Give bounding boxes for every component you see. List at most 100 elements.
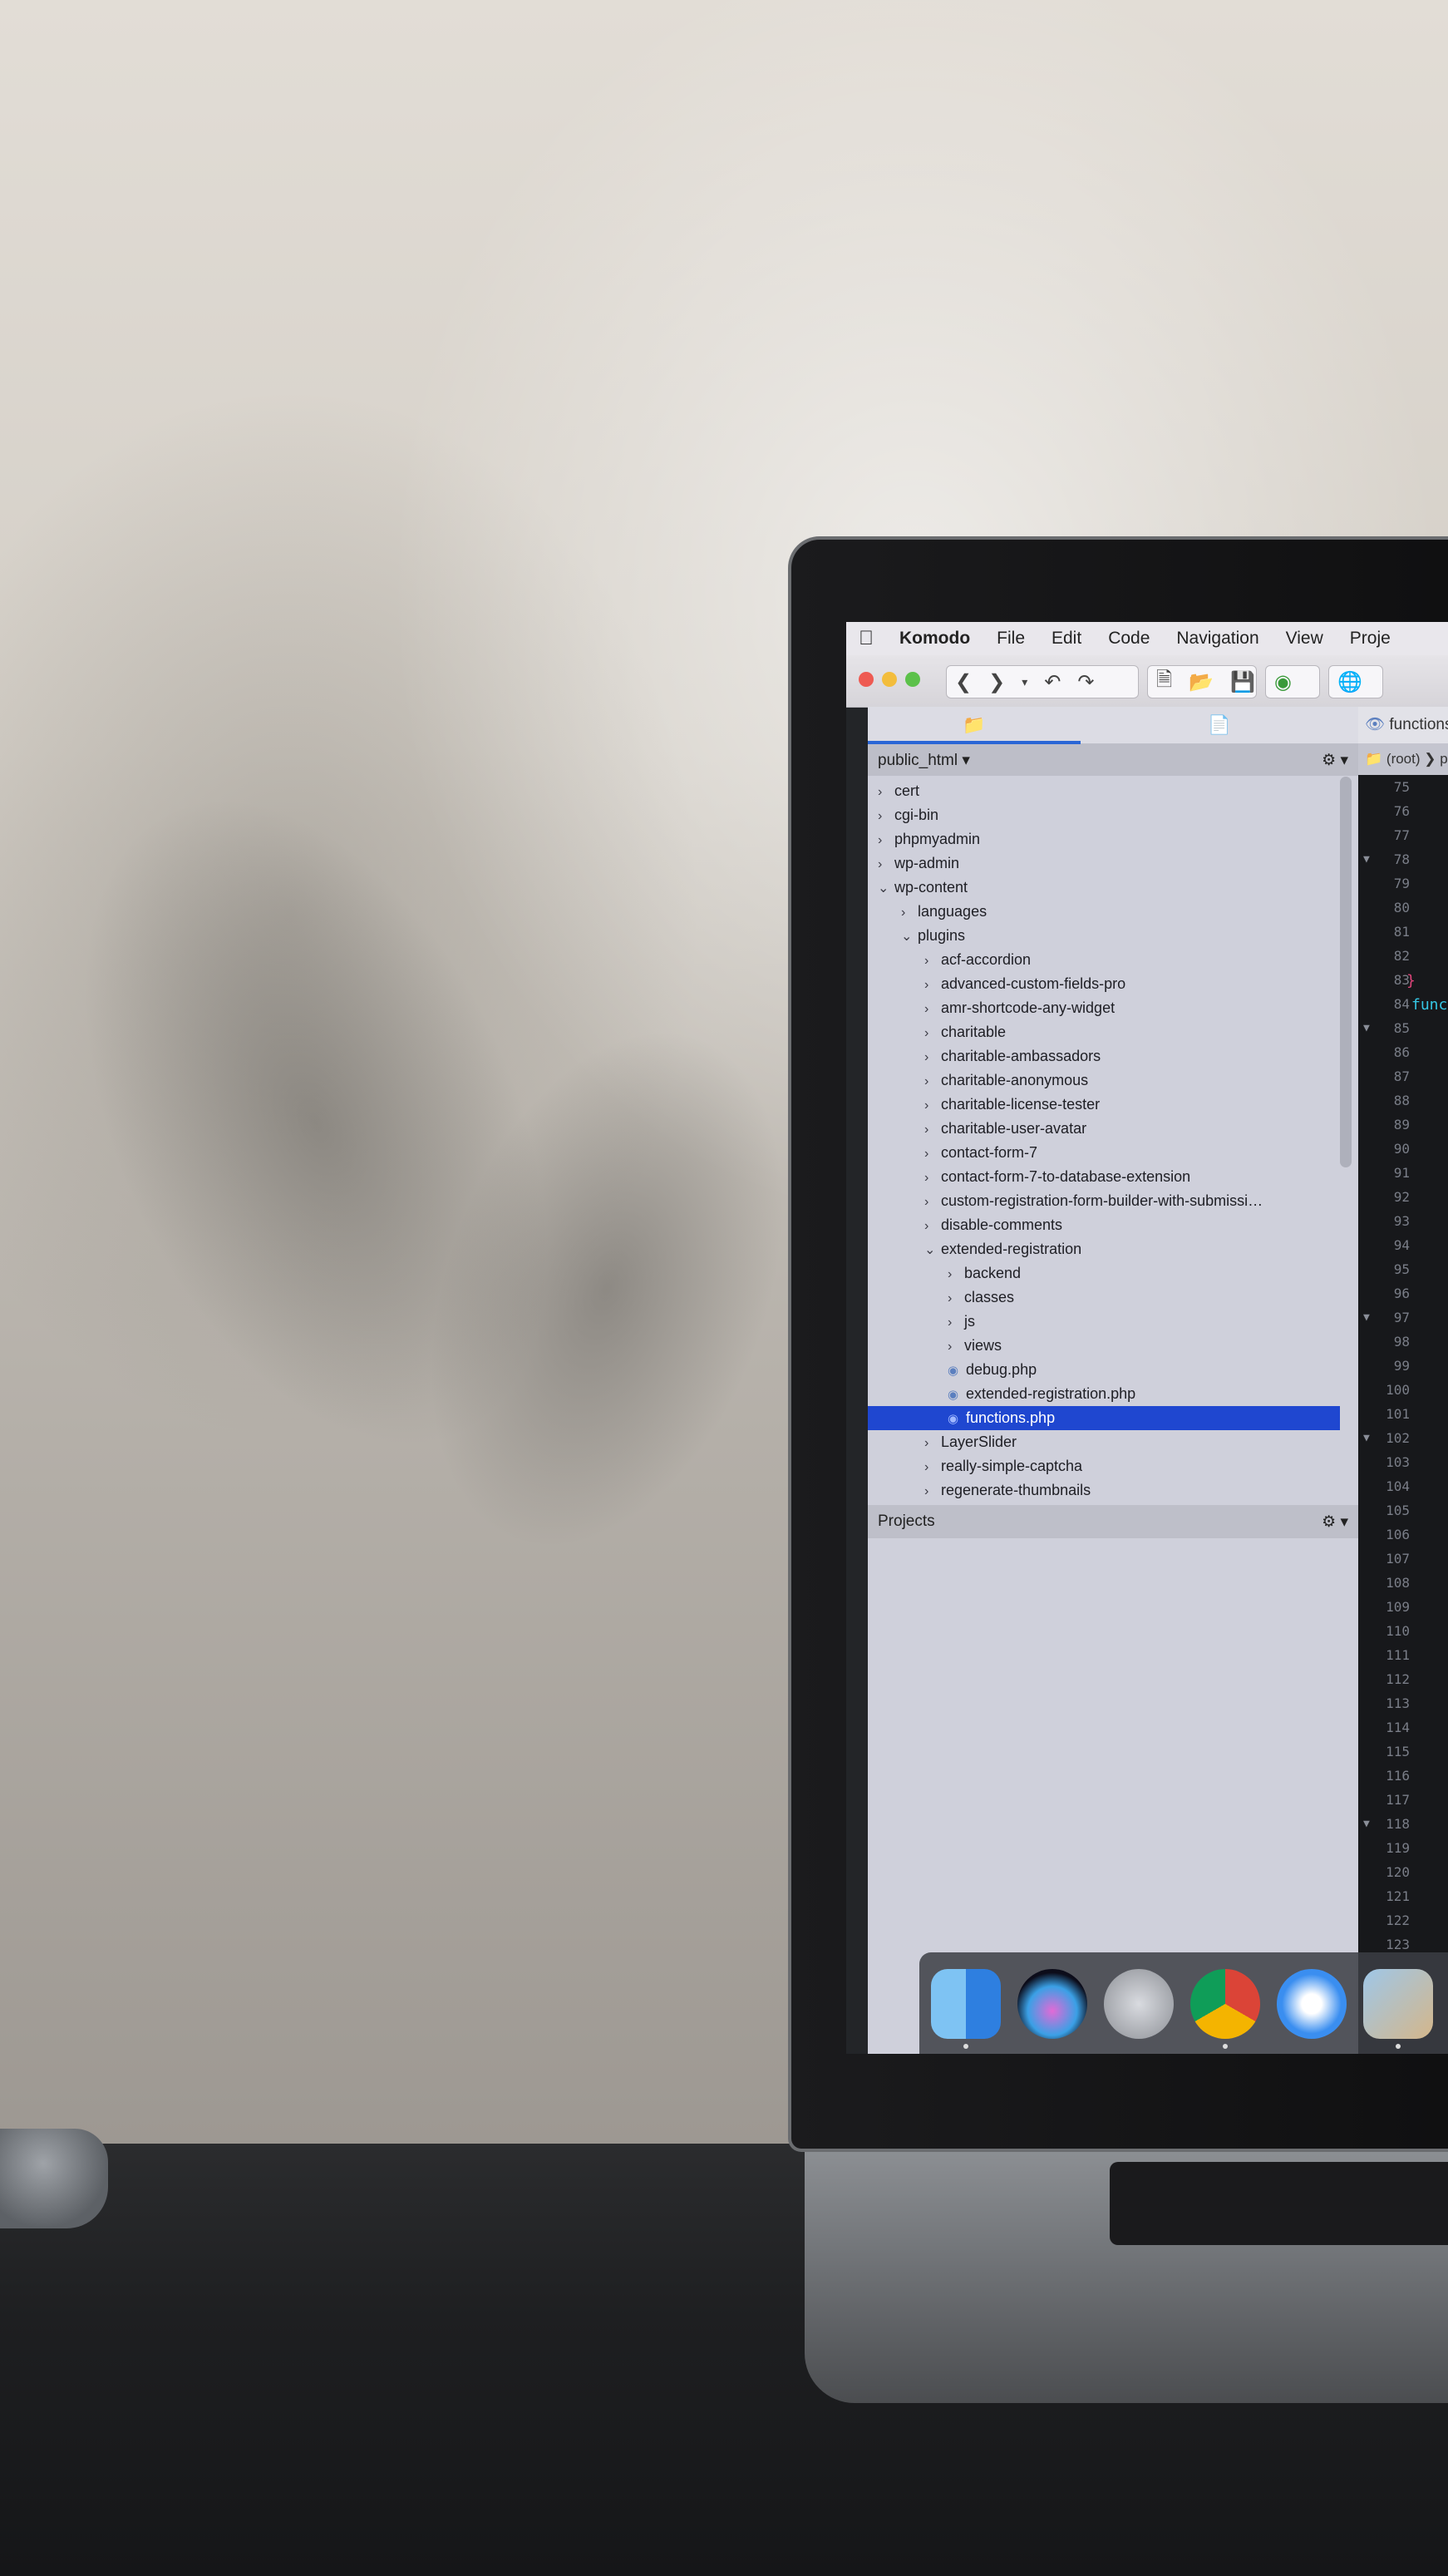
path-bar[interactable]: public_html ▾ ⚙ ▾	[868, 744, 1358, 776]
menu-project[interactable]: Proje	[1337, 629, 1404, 649]
tab-files[interactable]: 📄	[1081, 707, 1358, 743]
tree-folder-item[interactable]: › acf-accordion	[868, 948, 1358, 972]
tree-folder-item[interactable]: › amr-shortcode-any-widget	[868, 996, 1358, 1020]
window-minimize-button[interactable]	[882, 672, 897, 687]
chevron-right-icon[interactable]: ›	[924, 997, 941, 1021]
path-label[interactable]: public_html ▾	[878, 751, 970, 770]
tree-folder-item[interactable]: › backend	[868, 1261, 1358, 1286]
tree-folder-item[interactable]: › wp-admin	[868, 851, 1358, 876]
tree-folder-item[interactable]: › charitable-license-tester	[868, 1093, 1358, 1117]
window-close-button[interactable]	[859, 672, 874, 687]
redo-icon[interactable]: ↷	[1069, 670, 1102, 694]
code-fragment[interactable]: }	[1406, 972, 1416, 989]
save-icon[interactable]: 💾	[1222, 670, 1263, 694]
fold-toggle-icon[interactable]: ▼	[1363, 1016, 1370, 1040]
chevron-left-icon[interactable]: ❮	[947, 670, 980, 694]
menu-app-name[interactable]: Komodo	[886, 629, 983, 649]
gear-icon[interactable]: ⚙ ▾	[1322, 1513, 1348, 1532]
chrome-icon[interactable]	[1190, 1969, 1260, 2039]
apple-icon[interactable]: 	[846, 627, 886, 650]
tree-folder-item[interactable]: › LayerSlider	[868, 1430, 1358, 1454]
chevron-right-icon[interactable]: ›	[924, 1190, 941, 1214]
fold-toggle-icon[interactable]: ▼	[1363, 1812, 1370, 1836]
tree-folder-item[interactable]: › js	[868, 1310, 1358, 1334]
tree-folder-item[interactable]: › really-simple-captcha	[868, 1454, 1358, 1478]
editor-tab[interactable]: 👁 functions.php	[1358, 707, 1448, 743]
window-maximize-button[interactable]	[905, 672, 920, 687]
tree-folder-item[interactable]: › languages	[868, 900, 1358, 924]
chevron-right-icon[interactable]: ›	[901, 901, 918, 925]
chevron-down-icon[interactable]: ⌄	[924, 1238, 941, 1262]
chevron-down-icon[interactable]: ⌄	[878, 876, 894, 901]
tree-folder-item[interactable]: › disable-comments	[868, 1213, 1358, 1237]
chevron-right-icon[interactable]: ›	[924, 1455, 941, 1479]
chevron-right-icon[interactable]: ›	[924, 949, 941, 973]
tree-folder-item[interactable]: ⌄ wp-content	[868, 876, 1358, 900]
finder-icon[interactable]	[931, 1969, 1001, 2039]
tree-folder-item[interactable]: › phpmyadmin	[868, 827, 1358, 851]
tree-folder-item[interactable]: › classes	[868, 1286, 1358, 1310]
menu-edit[interactable]: Edit	[1038, 629, 1095, 649]
chevron-right-icon[interactable]: ›	[924, 973, 941, 997]
siri-icon[interactable]	[1017, 1969, 1087, 2039]
tree-folder-item[interactable]: › contact-form-7-to-database-extension	[868, 1165, 1358, 1189]
safari-icon[interactable]	[1277, 1969, 1347, 2039]
chevron-right-icon[interactable]: ›	[948, 1310, 964, 1335]
menu-navigation[interactable]: Navigation	[1163, 629, 1272, 649]
tree-folder-item[interactable]: › advanced-custom-fields-pro	[868, 972, 1358, 996]
chevron-right-icon[interactable]: ›	[948, 1262, 964, 1286]
undo-icon[interactable]: ↶	[1036, 670, 1069, 694]
eye-icon[interactable]: ◉	[948, 1383, 966, 1407]
debug-button[interactable]: ◉	[1265, 665, 1320, 698]
tree-folder-item[interactable]: › contact-form-7	[868, 1141, 1358, 1165]
chevron-right-icon[interactable]: ›	[924, 1214, 941, 1238]
tree-folder-item[interactable]: ⌄ extended-registration	[868, 1237, 1358, 1261]
menu-view[interactable]: View	[1273, 629, 1337, 649]
tree-folder-item[interactable]: › cgi-bin	[868, 803, 1358, 827]
chevron-right-icon[interactable]: ›	[878, 852, 894, 876]
menu-file[interactable]: File	[983, 629, 1038, 649]
chevron-right-icon[interactable]: ›	[924, 1166, 941, 1190]
menu-code[interactable]: Code	[1095, 629, 1163, 649]
chevron-down-icon[interactable]: ▾	[1013, 675, 1036, 689]
tree-folder-item[interactable]: › charitable-ambassadors	[868, 1044, 1358, 1068]
chevron-right-icon[interactable]: ›	[948, 1286, 964, 1310]
chevron-right-icon[interactable]: ›	[924, 1479, 941, 1503]
chevron-right-icon[interactable]: ›	[924, 1093, 941, 1118]
fold-toggle-icon[interactable]: ▼	[1363, 1305, 1370, 1330]
projects-bar[interactable]: Projects ⚙ ▾	[868, 1505, 1358, 1538]
chevron-right-icon[interactable]: ›	[924, 1069, 941, 1093]
tree-folder-item[interactable]: › cert	[868, 779, 1358, 803]
mail-icon[interactable]	[1363, 1969, 1433, 2039]
chevron-right-icon[interactable]: ›	[924, 1142, 941, 1166]
launchpad-icon[interactable]	[1104, 1969, 1174, 2039]
tree-file-item[interactable]: ◉ debug.php	[868, 1358, 1358, 1382]
new-file-icon[interactable]: 🗎	[1148, 665, 1180, 699]
tree-folder-item[interactable]: › custom-registration-form-builder-with-s…	[868, 1189, 1358, 1213]
tree-file-item[interactable]: ◉ functions.php	[868, 1406, 1340, 1430]
tree-folder-item[interactable]: ⌄ plugins	[868, 924, 1358, 948]
code-fragment[interactable]: func	[1411, 996, 1447, 1014]
chevron-right-icon[interactable]: ›	[948, 1335, 964, 1359]
chevron-right-icon[interactable]: ›	[878, 780, 894, 804]
chevron-right-icon[interactable]: ›	[924, 1431, 941, 1455]
editor-breadcrumb[interactable]: 📁 (root) ❯ p	[1358, 743, 1448, 775]
tree-folder-item[interactable]: › charitable	[868, 1020, 1358, 1044]
eye-icon[interactable]: ◉	[948, 1407, 966, 1431]
tree-scrollbar[interactable]	[1340, 777, 1352, 1167]
gear-icon[interactable]: ⚙ ▾	[1322, 751, 1348, 770]
chevron-right-icon[interactable]: ❯	[980, 670, 1013, 694]
tree-folder-item[interactable]: › regenerate-thumbnails	[868, 1478, 1358, 1503]
chevron-right-icon[interactable]: ›	[924, 1118, 941, 1142]
tree-folder-item[interactable]: › views	[868, 1334, 1358, 1358]
tree-file-item[interactable]: ◉ extended-registration.php	[868, 1382, 1358, 1406]
chevron-down-icon[interactable]: ⌄	[901, 925, 918, 949]
chevron-right-icon[interactable]: ›	[878, 804, 894, 828]
chevron-right-icon[interactable]: ›	[924, 1021, 941, 1045]
eye-icon[interactable]: ◉	[948, 1359, 966, 1383]
tree-folder-item[interactable]: › charitable-user-avatar	[868, 1117, 1358, 1141]
chevron-right-icon[interactable]: ›	[924, 1045, 941, 1069]
fold-toggle-icon[interactable]: ▼	[1363, 847, 1370, 871]
tree-folder-item[interactable]: › charitable-anonymous	[868, 1068, 1358, 1093]
chevron-right-icon[interactable]: ›	[878, 828, 894, 852]
